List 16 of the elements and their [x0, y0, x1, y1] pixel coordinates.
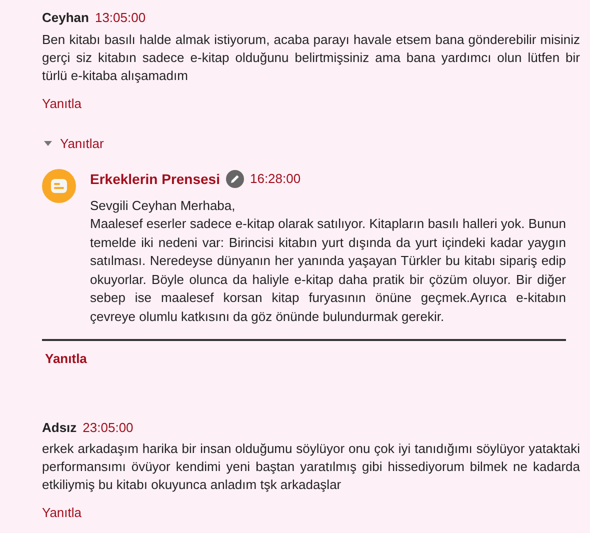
reply-link[interactable]: Yanıtla — [42, 94, 82, 113]
replies-toggle[interactable]: Yanıtlar — [44, 134, 104, 154]
comment-time[interactable]: 16:28:00 — [250, 169, 301, 189]
reply-text: Sevgili Ceyhan Merhaba, Maalesef eserler sadece e-kitap olarak satılıyor. Kitapların basılı halleri yok. Bunun temelde iki nedeni var: Birincisi kitabın yurt dışında da yurt içindeki kadar yaygın satılması. Neredeyse dünyanın her yanında yaşayan Türkler bu kitabı sipariş edip okuyorlar. Böyle olunca da haliyle e-kitap daha pratik bir çözüm oluyor. Bir diğer sebep ise maalesef korsan kitap furyasının önüne geçmek.Ayrıca e-kitabın çevreye olumlu katkısını da göz önünde bulundurmak gerekir. — [90, 196, 566, 326]
pencil-icon — [226, 170, 244, 188]
blogger-avatar-icon — [42, 168, 76, 202]
comment-text: erkek arkadaşım harika bir insan olduğumu söylüyor onu çok iyi tanıdığımı söylüyor yataktaki performansımı övüyor kendimi yeni baştan yaratılmış gibi hissediyorum bilmek ne kadarda etkiliymiş bu kitabı okuyunca anladım tşk arkadaşlar — [42, 440, 580, 494]
comment-time[interactable]: 13:05:00 — [94, 8, 146, 28]
comment-time[interactable]: 23:05:00 — [82, 418, 134, 437]
reply-link[interactable]: Yanıtla — [45, 349, 87, 368]
reply-link[interactable]: Yanıtla — [42, 503, 82, 522]
caret-icon — [44, 141, 52, 146]
comment-author: Adsız — [42, 418, 77, 436]
comment-author: Ceyhan — [42, 9, 89, 27]
comment-author[interactable]: Erkeklerin Prensesi — [90, 168, 220, 190]
comment-text: Ben kitabı basılı halde almak istiyorum, acaba parayı havale etsem bana gönderebilir misiniz gerçi siz kitabın sadece e-kitap olduğunu belirtmişsiniz ama bana yardımcı olun lütfen bir türlü e-kitaba alışamadım — [42, 30, 580, 84]
